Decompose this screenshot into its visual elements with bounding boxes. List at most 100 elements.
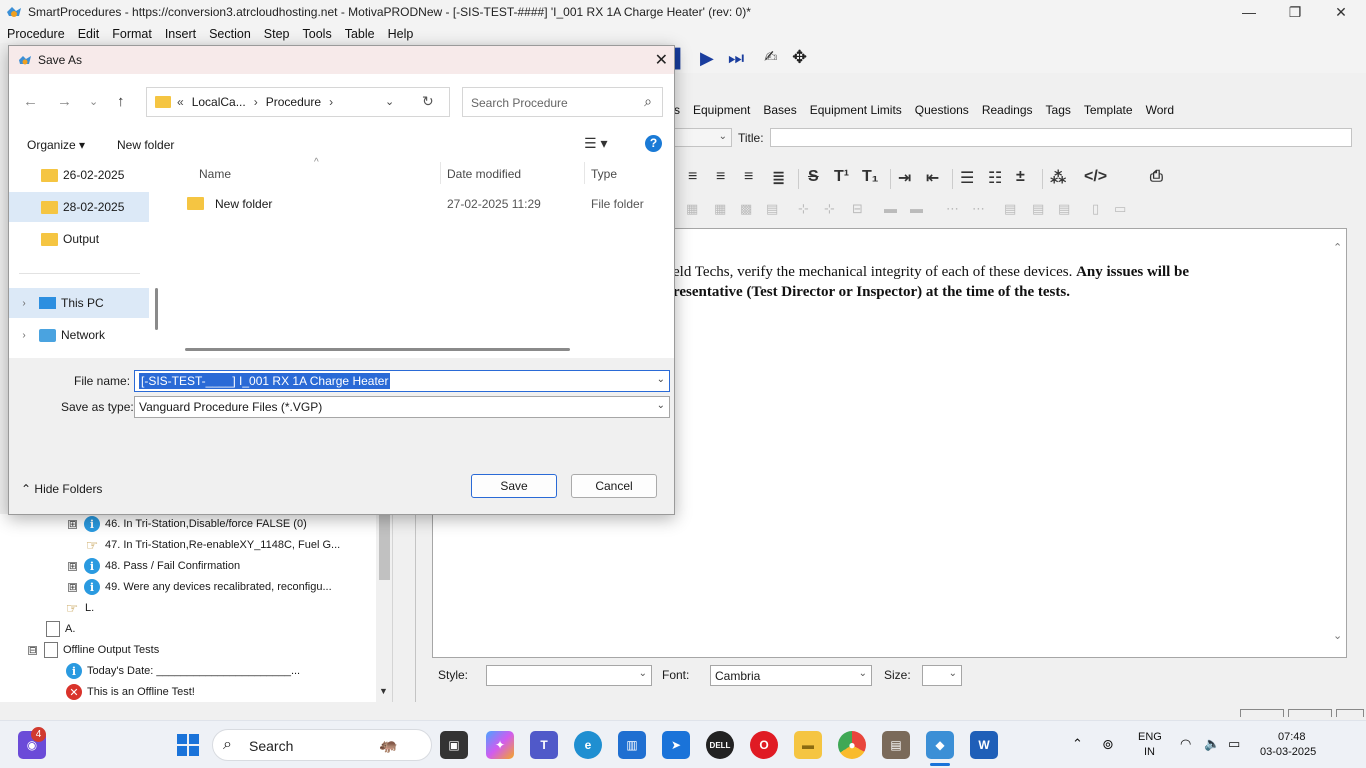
chevron-down-icon[interactable]: ⌄ (657, 400, 665, 411)
search-box[interactable]: Search Procedure ⌕ (462, 87, 663, 117)
chevron-up-icon[interactable]: ⌃ (1072, 736, 1083, 752)
tab-bases[interactable]: Bases (763, 103, 796, 117)
size-select[interactable]: ⌄ (922, 665, 962, 686)
subscript-icon[interactable]: T₁ (862, 168, 878, 186)
align-right-icon[interactable]: ≡ (744, 168, 753, 186)
tab-template[interactable]: Template (1084, 103, 1133, 117)
tree-scrollbar[interactable]: ▼ (376, 514, 392, 702)
last-step-icon[interactable]: ⏭ (728, 49, 744, 67)
smartprocedures-taskbar-icon[interactable]: ◆ (926, 731, 954, 759)
chevron-right-icon[interactable]: › (9, 298, 39, 309)
tree-item[interactable]: ☞ 47. In Tri-Station,Re-enableXY_1148C, … (84, 535, 340, 555)
close-button[interactable]: ✕ (1318, 0, 1364, 24)
bullet-list-icon[interactable]: ☰ (960, 168, 974, 188)
code-view-icon[interactable]: </> (1084, 168, 1107, 186)
nav-item-network[interactable]: › Network (9, 320, 149, 350)
teams-icon[interactable]: T (530, 731, 558, 759)
recent-dropdown-icon[interactable]: ⌄ (89, 95, 98, 108)
tab-equipment[interactable]: Equipment (693, 103, 750, 117)
nav-item-26-02-2025[interactable]: 26-02-2025 (9, 160, 149, 190)
task-view-icon[interactable]: ▣ (440, 731, 468, 759)
up-arrow-icon[interactable]: ↑ (117, 93, 125, 110)
tree-item[interactable]: ☞ L. (64, 598, 94, 618)
scroll-down-icon[interactable]: ⌄ (1333, 629, 1342, 642)
menu-edit[interactable]: Edit (71, 27, 106, 41)
align-left-icon[interactable]: ≡ (688, 168, 697, 186)
strikethrough-icon[interactable]: S (808, 168, 819, 186)
tree-item[interactable]: ⊞ i 46. In Tri-Station,Disable/force FAL… (68, 514, 307, 534)
taskbar-search[interactable]: ⌕ Search 🦛 (212, 729, 432, 761)
indent-icon[interactable]: ⇥ (898, 168, 911, 188)
close-icon[interactable]: ✕ (655, 50, 668, 70)
expand-icon[interactable]: ⊞ (68, 561, 77, 571)
tab-tags[interactable]: Tags (1046, 103, 1071, 117)
next-step-icon[interactable]: ▶ (700, 49, 714, 67)
panel-splitter[interactable] (392, 514, 400, 702)
search-icon[interactable]: ⌕ (644, 93, 652, 110)
clock-time[interactable]: 07:48 (1278, 731, 1306, 743)
chevron-right-icon[interactable]: › (9, 330, 39, 341)
breadcrumb-procedure[interactable]: Procedure (266, 95, 321, 109)
tree-item[interactable]: ⊞ i 49. Were any devices recalibrated, r… (68, 577, 332, 597)
start-icon[interactable] (174, 731, 202, 759)
refresh-icon[interactable]: ↻ (422, 93, 434, 110)
tree-item[interactable]: ⊟ Offline Output Tests (28, 640, 159, 660)
chevron-down-icon[interactable]: ⌄ (657, 374, 665, 385)
tree-item[interactable]: i Today's Date: ______________________..… (66, 661, 300, 681)
file-name-input[interactable]: [-SIS-TEST-____] I_001 RX 1A Charge Heat… (134, 370, 670, 392)
opera-icon[interactable]: O (750, 731, 778, 759)
print-icon[interactable]: ⎙ (1150, 168, 1163, 186)
menu-section[interactable]: Section (202, 27, 257, 41)
menu-format[interactable]: Format (105, 27, 158, 41)
word-icon[interactable]: W (970, 731, 998, 759)
maximize-button[interactable]: ❐ (1272, 0, 1318, 24)
nav-scrollbar[interactable] (155, 288, 158, 330)
scroll-thumb[interactable] (379, 514, 390, 580)
nav-item-output[interactable]: Output (9, 224, 149, 254)
forward-arrow-icon[interactable]: → (57, 93, 72, 110)
menu-insert[interactable]: Insert (158, 27, 202, 41)
store-icon[interactable]: ▥ (618, 731, 646, 759)
copilot-icon[interactable]: ✦ (486, 731, 514, 759)
magic-wand-icon[interactable]: ⁂ (1050, 168, 1066, 188)
style-select[interactable]: ⌄ (486, 665, 652, 686)
collapse-icon[interactable]: ⊟ (28, 645, 37, 655)
hide-folders-button[interactable]: ⌃ Hide Folders (21, 482, 102, 496)
language-indicator[interactable]: ENG (1138, 731, 1162, 743)
title-type-select[interactable]: ⌄ (674, 128, 732, 147)
file-list-scrollbar[interactable] (185, 348, 570, 351)
column-date-modified[interactable]: Date modified (447, 167, 521, 181)
tab-questions[interactable]: Questions (915, 103, 969, 117)
menu-tools[interactable]: Tools (296, 27, 338, 41)
back-arrow-icon[interactable]: ← (23, 93, 38, 110)
edge-icon[interactable]: e (574, 731, 602, 759)
justify-icon[interactable]: ≣ (772, 168, 785, 188)
nav-item-this-pc[interactable]: › This PC (9, 288, 149, 318)
chevron-right-icon[interactable]: › (329, 95, 333, 109)
tree-item[interactable]: ⊞ i 48. Pass / Fail Confirmation (68, 556, 240, 576)
editor-scrollbar[interactable]: ⌃ ⌄ (1330, 229, 1346, 657)
numbered-list-icon[interactable]: ☷ (988, 168, 1002, 188)
volume-icon[interactable]: 🔈 (1204, 736, 1220, 752)
battery-icon[interactable]: ▭ (1228, 736, 1240, 752)
remote-app-icon[interactable]: ▤ (882, 731, 910, 759)
file-explorer-icon[interactable]: ▬ (794, 731, 822, 759)
wifi-icon[interactable]: ◠ (1180, 736, 1191, 752)
tree-item[interactable]: A. (46, 619, 75, 639)
breadcrumb-localca[interactable]: LocalCa... (192, 95, 246, 109)
superscript-icon[interactable]: T¹ (834, 168, 849, 186)
nav-item-28-02-2025[interactable]: 28-02-2025 (9, 192, 149, 222)
tab-readings[interactable]: Readings (982, 103, 1033, 117)
align-center-icon[interactable]: ≡ (716, 168, 725, 186)
overflow-chevron-icon[interactable]: « (177, 95, 184, 109)
tab-word[interactable]: Word (1146, 103, 1174, 117)
expand-icon[interactable]: ⊞ (68, 582, 77, 592)
menu-step[interactable]: Step (257, 27, 296, 41)
region-indicator[interactable]: IN (1144, 746, 1155, 758)
dell-icon[interactable]: DELL (706, 731, 734, 759)
view-options-icon[interactable]: ☰ ▾ (584, 135, 607, 152)
signature-icon[interactable]: ✍ (764, 49, 777, 67)
chrome-icon[interactable]: ● (838, 731, 866, 759)
scroll-down-icon[interactable]: ▼ (379, 686, 388, 696)
network-status-icon[interactable]: ⊚ (1102, 736, 1114, 753)
